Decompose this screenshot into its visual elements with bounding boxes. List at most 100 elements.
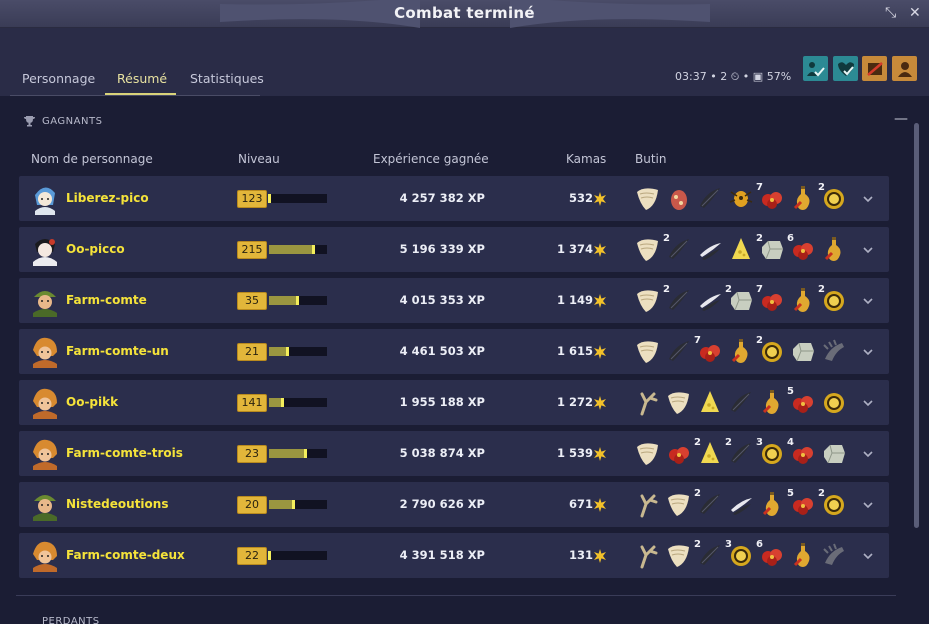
loot-redflower-icon[interactable]: 7 bbox=[694, 335, 724, 367]
loot-feather-icon[interactable]: 2 bbox=[725, 437, 755, 469]
loot-potion-icon[interactable] bbox=[789, 286, 817, 316]
loot-stone-icon[interactable] bbox=[820, 439, 848, 469]
loot-shell-icon[interactable] bbox=[665, 388, 693, 418]
loot-shell-icon[interactable] bbox=[634, 337, 662, 367]
character-name[interactable]: Farm-comte-deux bbox=[66, 548, 185, 562]
tab-resume[interactable]: Résumé bbox=[117, 71, 167, 86]
losers-title: PERDANTS bbox=[42, 616, 100, 624]
character-name[interactable]: Farm-comte-un bbox=[66, 344, 169, 358]
character-row[interactable]: Farm-comte-un 21 4 461 503 XP 1 615 7 2 bbox=[19, 329, 889, 374]
loot-redflower-icon[interactable]: 6 bbox=[787, 233, 817, 265]
loot-bug-icon[interactable] bbox=[727, 184, 755, 214]
loot-shell-icon[interactable] bbox=[634, 439, 662, 469]
character-name[interactable]: Farm-comte-trois bbox=[66, 446, 183, 460]
loot-coin-icon[interactable]: 2 bbox=[756, 335, 786, 367]
loot-coin-icon[interactable]: 2 bbox=[818, 182, 848, 214]
loot-potion-icon[interactable] bbox=[789, 184, 817, 214]
tab-personnage[interactable]: Personnage bbox=[22, 71, 95, 86]
loot-shell-icon[interactable] bbox=[634, 286, 662, 316]
expand-row-chevron-icon[interactable] bbox=[862, 547, 874, 566]
expand-row-chevron-icon[interactable] bbox=[862, 343, 874, 362]
expand-row-chevron-icon[interactable] bbox=[862, 496, 874, 515]
expand-row-chevron-icon[interactable] bbox=[862, 292, 874, 311]
loot-egg-icon[interactable] bbox=[665, 184, 693, 214]
loot-wing-icon[interactable] bbox=[696, 286, 724, 316]
loot-shell-icon[interactable] bbox=[665, 490, 693, 520]
expand-row-chevron-icon[interactable] bbox=[862, 241, 874, 260]
loot-wing-icon[interactable] bbox=[696, 235, 724, 265]
loot-feather-icon[interactable]: 2 bbox=[694, 488, 724, 520]
loot-claw-icon[interactable] bbox=[820, 337, 848, 367]
loot-stone-icon[interactable]: 2 bbox=[725, 284, 755, 316]
header-level[interactable]: Niveau bbox=[238, 152, 280, 166]
character-row[interactable]: Oo-picco 215 5 196 339 XP 1 374 2 2 6 bbox=[19, 227, 889, 272]
lock-group-icon[interactable] bbox=[833, 56, 858, 81]
expand-row-chevron-icon[interactable] bbox=[862, 190, 874, 209]
loot-redflower-icon[interactable]: 7 bbox=[756, 182, 786, 214]
lock-spectators-icon[interactable] bbox=[803, 56, 828, 81]
loot-cheese-icon[interactable] bbox=[727, 235, 755, 265]
scrollbar[interactable] bbox=[914, 123, 919, 528]
character-row[interactable]: Farm-comte-trois 23 5 038 874 XP 1 539 2 2 3 4 bbox=[19, 431, 889, 476]
loot-redflower-icon[interactable]: 6 bbox=[756, 539, 786, 571]
header-xp[interactable]: Expérience gagnée bbox=[373, 152, 489, 166]
minimize-icon[interactable]: ⤡ bbox=[885, 5, 896, 21]
expand-row-chevron-icon[interactable] bbox=[862, 394, 874, 413]
loot-stone-icon[interactable]: 2 bbox=[756, 233, 786, 265]
loot-feather-icon[interactable]: 2 bbox=[663, 284, 693, 316]
header-name[interactable]: Nom de personnage bbox=[31, 152, 153, 166]
block-help-icon[interactable] bbox=[862, 56, 887, 81]
character-name[interactable]: Oo-picco bbox=[66, 242, 125, 256]
character-name[interactable]: Farm-comte bbox=[66, 293, 147, 307]
ready-icon[interactable] bbox=[892, 56, 917, 81]
loot-feather-icon[interactable] bbox=[696, 184, 724, 214]
character-row[interactable]: Nistedeoutions 20 2 790 626 XP 671 2 5 2 bbox=[19, 482, 889, 527]
tab-statistiques[interactable]: Statistiques bbox=[190, 71, 264, 86]
loot-stone-icon[interactable] bbox=[789, 337, 817, 367]
loot-redflower-icon[interactable]: 5 bbox=[787, 386, 817, 418]
loot-shell-icon[interactable] bbox=[634, 235, 662, 265]
character-row[interactable]: Liberez-pico 123 4 257 382 XP 532 7 2 bbox=[19, 176, 889, 221]
level-progress-bar bbox=[269, 449, 327, 458]
loot-feather-icon[interactable] bbox=[665, 337, 693, 367]
expand-row-chevron-icon[interactable] bbox=[862, 445, 874, 464]
loot-shell-icon[interactable] bbox=[665, 541, 693, 571]
close-icon[interactable]: ✕ bbox=[909, 5, 921, 21]
collapse-winners-button[interactable]: — bbox=[894, 111, 908, 127]
character-row[interactable]: Farm-comte-deux 22 4 391 518 XP 131 2 3 6 bbox=[19, 533, 889, 578]
loot-redflower-icon[interactable] bbox=[665, 439, 693, 469]
character-name[interactable]: Nistedeoutions bbox=[66, 497, 168, 511]
loot-potion-icon[interactable] bbox=[727, 337, 755, 367]
loot-potion-icon[interactable] bbox=[758, 490, 786, 520]
character-name[interactable]: Liberez-pico bbox=[66, 191, 149, 205]
loot-potion-icon[interactable] bbox=[820, 235, 848, 265]
loot-redflower-icon[interactable]: 4 bbox=[787, 437, 817, 469]
loot-coin-icon[interactable]: 3 bbox=[725, 539, 755, 571]
loot-coin-icon[interactable] bbox=[820, 388, 848, 418]
loot-potion-icon[interactable] bbox=[758, 388, 786, 418]
kamas-icon bbox=[593, 344, 607, 363]
loot-feather-icon[interactable] bbox=[727, 388, 755, 418]
loot-cheese-icon[interactable] bbox=[696, 388, 724, 418]
section-divider bbox=[16, 595, 896, 596]
loot-coin-icon[interactable]: 3 bbox=[756, 437, 786, 469]
loot-potion-icon[interactable] bbox=[789, 541, 817, 571]
loot-branch-icon[interactable] bbox=[634, 541, 662, 571]
loot-coin-icon[interactable]: 2 bbox=[818, 284, 848, 316]
character-name[interactable]: Oo-pikk bbox=[66, 395, 118, 409]
loot-feather-icon[interactable]: 2 bbox=[663, 233, 693, 265]
loot-branch-icon[interactable] bbox=[634, 490, 662, 520]
loot-claw-icon[interactable] bbox=[820, 541, 848, 571]
loot-redflower-icon[interactable]: 5 bbox=[787, 488, 817, 520]
header-kamas[interactable]: Kamas bbox=[566, 152, 606, 166]
character-row[interactable]: Farm-comte 35 4 015 353 XP 1 149 2 2 7 2 bbox=[19, 278, 889, 323]
header-loot[interactable]: Butin bbox=[635, 152, 666, 166]
loot-coin-icon[interactable]: 2 bbox=[818, 488, 848, 520]
loot-redflower-icon[interactable]: 7 bbox=[756, 284, 786, 316]
loot-branch-icon[interactable] bbox=[634, 388, 662, 418]
character-row[interactable]: Oo-pikk 141 1 955 188 XP 1 272 5 bbox=[19, 380, 889, 425]
loot-shell-icon[interactable] bbox=[634, 184, 662, 214]
loot-cheese-icon[interactable]: 2 bbox=[694, 437, 724, 469]
loot-feather-icon[interactable]: 2 bbox=[694, 539, 724, 571]
loot-wing-icon[interactable] bbox=[727, 490, 755, 520]
